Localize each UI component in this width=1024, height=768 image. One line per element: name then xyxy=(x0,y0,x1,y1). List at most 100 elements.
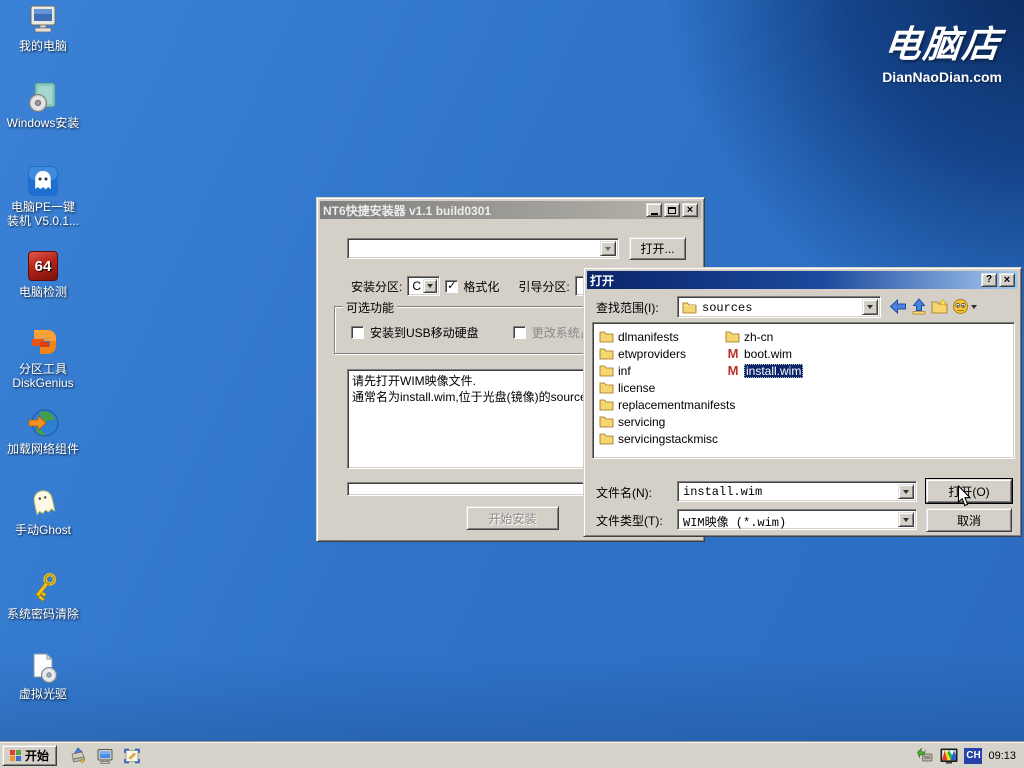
desktop-icon-password-clear[interactable]: 系统密码清除 xyxy=(0,571,86,621)
back-arrow-icon xyxy=(889,298,907,315)
folder-icon xyxy=(599,330,614,343)
quicklaunch-sweep-button[interactable] xyxy=(69,747,87,765)
chevron-down-icon xyxy=(867,305,873,309)
file-type-combobox[interactable]: WIM映像 (*.wim) xyxy=(677,509,917,530)
open-dialog-title: 打开 xyxy=(590,272,979,289)
input-indicator-label: CH xyxy=(966,750,980,761)
chevron-down-icon xyxy=(605,247,611,251)
folder-icon xyxy=(682,301,697,317)
look-in-value: sources xyxy=(702,301,752,315)
tray-input-indicator[interactable]: CH xyxy=(964,748,982,764)
tray-clock[interactable]: 09:13 xyxy=(988,750,1016,762)
tray-safely-remove-icon[interactable] xyxy=(916,747,934,765)
file-list-item[interactable]: M boot.wim xyxy=(725,345,803,362)
usb-install-checkbox[interactable] xyxy=(351,326,364,339)
start-install-button[interactable]: 开始安装 xyxy=(466,506,559,530)
pc-check-64-icon: 64 xyxy=(26,249,60,283)
desktop-icon-label: 虚拟光驱 xyxy=(0,687,86,701)
desktop-icon-manual-ghost[interactable]: 手动Ghost xyxy=(0,487,86,537)
file-name: install.wim xyxy=(744,364,803,378)
chevron-down-icon xyxy=(903,518,909,522)
desktop-icon-windows-install[interactable]: Windows安装 xyxy=(0,80,86,130)
close-button[interactable]: × xyxy=(999,273,1015,287)
file-list-item[interactable]: dlmanifests xyxy=(599,328,735,345)
format-checkbox[interactable]: ✓ xyxy=(445,280,458,293)
desktop: { "desktop": { "logo_title": "电脑店", "log… xyxy=(0,0,1024,768)
look-in-combobox[interactable]: sources xyxy=(677,296,881,318)
partition-dropdown-button[interactable] xyxy=(423,279,437,293)
desktop-icon-virtual-drive[interactable]: 虚拟光驱 xyxy=(0,651,86,701)
chevron-down-icon xyxy=(903,490,909,494)
dialog-cancel-button[interactable]: 取消 xyxy=(926,508,1012,532)
file-name: boot.wim xyxy=(744,347,792,361)
open-dialog-title-bar[interactable]: 打开 ? × xyxy=(587,271,1018,289)
file-type-label: 文件类型(T): xyxy=(596,512,663,529)
my-computer-icon xyxy=(26,3,60,37)
chevron-down-icon xyxy=(427,284,433,288)
desktop-icon-my-computer[interactable]: 我的电脑 xyxy=(0,3,86,53)
file-list-item[interactable]: replacementmanifests xyxy=(599,396,735,413)
open-file-dialog: 打开 ? × 查找范围(I): sources dlmanifests xyxy=(583,267,1022,537)
folder-icon xyxy=(599,381,614,394)
check-mark-icon: ✓ xyxy=(447,281,456,292)
file-name-combobox[interactable]: install.wim xyxy=(677,481,917,502)
ghost-icon xyxy=(26,487,60,521)
file-list-item[interactable]: servicingstackmisc xyxy=(599,430,735,447)
desktop-icon-label: 分区工具 DiskGenius xyxy=(0,362,86,391)
help-button[interactable]: ? xyxy=(981,273,997,287)
file-list-item[interactable]: etwproviders xyxy=(599,345,735,362)
folder-icon xyxy=(599,415,614,428)
install-partition-value: C xyxy=(412,279,421,293)
file-type-value: WIM映像 (*.wim) xyxy=(683,513,786,530)
file-type-dropdown-button[interactable] xyxy=(898,512,914,527)
file-name-dropdown-button[interactable] xyxy=(898,484,914,499)
folder-icon xyxy=(599,364,614,377)
brand-logo-subtitle: DianNaoDian.com xyxy=(882,69,1002,85)
desktop-icon-pc-check[interactable]: 64 电脑检测 xyxy=(0,249,86,299)
close-button[interactable]: × xyxy=(682,203,698,217)
view-menu-button[interactable] xyxy=(952,298,977,315)
install-partition-label: 安装分区: xyxy=(351,278,402,295)
nt6-open-button[interactable]: 打开... xyxy=(629,237,686,260)
up-folder-icon xyxy=(910,298,928,315)
up-one-level-button[interactable] xyxy=(910,298,928,318)
file-list[interactable]: dlmanifests etwproviders inf license rep… xyxy=(592,322,1015,459)
tray-display-icon[interactable] xyxy=(939,747,959,765)
file-name: etwproviders xyxy=(618,347,686,361)
wim-file-icon: M xyxy=(725,347,740,360)
new-folder-button[interactable] xyxy=(931,298,949,318)
maximize-button[interactable] xyxy=(664,203,680,217)
badge-64: 64 xyxy=(35,258,52,275)
install-partition-combobox[interactable]: C xyxy=(407,276,440,296)
desktop-icon-diskgenius[interactable]: 分区工具 DiskGenius xyxy=(0,326,86,391)
file-list-item-selected[interactable]: M install.wim xyxy=(725,362,803,379)
file-name-value: install.wim xyxy=(683,485,762,499)
dialog-open-button[interactable]: 打开(O) xyxy=(926,479,1012,503)
quicklaunch-display-button[interactable] xyxy=(96,747,114,765)
file-list-item[interactable]: zh-cn xyxy=(725,328,803,345)
desktop-icon-label: 电脑检测 xyxy=(0,285,86,299)
desktop-icon-pe-installer[interactable]: 电脑PE一键 装机 V5.0.1... xyxy=(0,164,86,229)
file-list-item[interactable]: inf xyxy=(599,362,735,379)
desktop-icon-label: 我的电脑 xyxy=(0,39,86,53)
start-button-label: 开始 xyxy=(25,747,49,764)
change-system-checkbox[interactable] xyxy=(513,326,526,339)
nt6-title-bar[interactable]: NT6快捷安装器 v1.1 build0301 × xyxy=(320,201,701,219)
chevron-down-icon xyxy=(971,305,977,309)
view-menu-icon xyxy=(952,298,969,315)
quicklaunch-show-desktop-button[interactable] xyxy=(123,747,141,765)
back-button[interactable] xyxy=(889,298,907,318)
desktop-icon-label: 手动Ghost xyxy=(0,523,86,537)
look-in-dropdown-button[interactable] xyxy=(862,299,878,315)
desktop-icon-label: Windows安装 xyxy=(0,116,86,130)
wim-path-combobox[interactable] xyxy=(347,238,619,259)
minimize-button[interactable] xyxy=(646,203,662,217)
desktop-icon-load-network[interactable]: 加载网络组件 xyxy=(0,406,86,456)
start-button[interactable]: 开始 xyxy=(2,745,57,766)
file-name: servicingstackmisc xyxy=(618,432,718,446)
file-name-label: 文件名(N): xyxy=(596,484,652,501)
file-list-item[interactable]: license xyxy=(599,379,735,396)
wim-path-dropdown-button[interactable] xyxy=(600,241,616,256)
file-list-item[interactable]: servicing xyxy=(599,413,735,430)
brand-logo-title: 电脑店 xyxy=(879,14,1004,68)
